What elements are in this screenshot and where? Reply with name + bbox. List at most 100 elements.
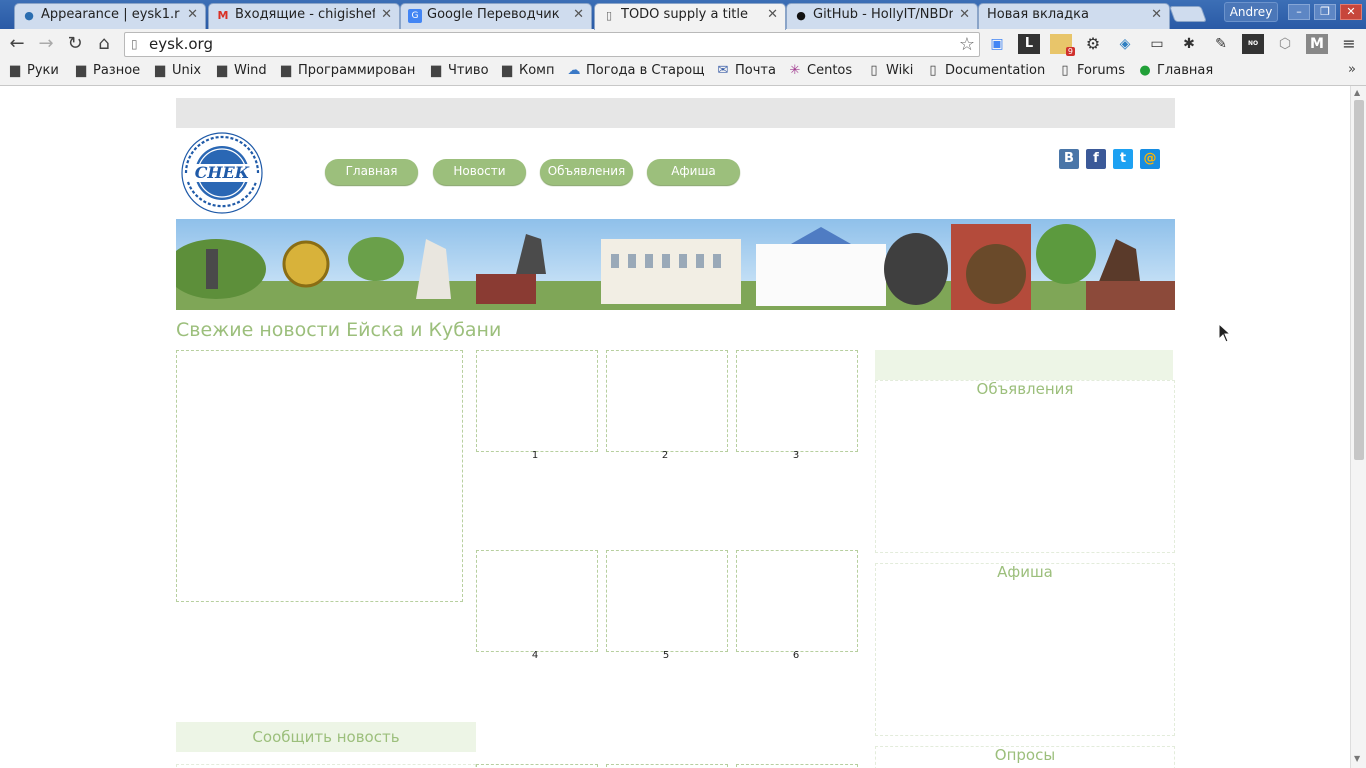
facebook-icon[interactable]: f — [1086, 149, 1106, 169]
folder-icon: ▆ — [431, 63, 441, 78]
twitter-icon[interactable]: t — [1113, 149, 1133, 169]
news-thumb[interactable] — [476, 350, 598, 452]
scroll-down-icon[interactable]: ▼ — [1354, 754, 1360, 763]
close-icon[interactable]: ✕ — [573, 4, 584, 26]
extension-badge: 9 — [1065, 47, 1075, 56]
news-thumb[interactable] — [606, 764, 728, 768]
bookmark-item[interactable]: ✉ Почта — [716, 63, 776, 78]
bookmark-item[interactable]: ▆ Разное — [74, 63, 140, 78]
page-icon: ▯ — [131, 37, 138, 51]
polls-title: Опросы — [994, 746, 1056, 764]
tab-title: TODO supply a title — [621, 7, 749, 22]
folder-icon: ▆ — [10, 63, 20, 78]
thumb-number: 6 — [792, 650, 800, 661]
gear-icon[interactable]: ⚙ — [1082, 34, 1104, 54]
news-thumb[interactable] — [736, 350, 858, 452]
close-icon[interactable]: ✕ — [187, 4, 198, 26]
folder-icon: ▆ — [217, 63, 227, 78]
tab-title: Google Переводчик — [427, 7, 560, 22]
tab-inbox[interactable]: M Входящие - chigishef ✕ — [208, 3, 400, 29]
news-thumb[interactable] — [476, 550, 598, 652]
thumb-number: 4 — [531, 650, 539, 661]
header-banner-image — [176, 219, 1175, 310]
bug-extension-icon[interactable]: ✱ — [1178, 34, 1200, 54]
menu-icon[interactable]: ≡ — [1338, 34, 1360, 54]
tab-active-page[interactable]: ▯ TODO supply a title ✕ — [594, 3, 786, 30]
bookmark-item[interactable]: ▆ Wind — [215, 63, 267, 78]
cube-extension-icon[interactable]: ⬡ — [1274, 34, 1296, 54]
network-extension-icon[interactable]: ◈ — [1114, 34, 1136, 54]
forward-icon[interactable]: → — [35, 33, 57, 55]
translate-icon: G — [408, 9, 422, 23]
profile-button[interactable]: Andrey — [1224, 2, 1278, 22]
bookmark-item[interactable]: ▯ Documentation — [926, 63, 1045, 78]
translate-extension-icon[interactable]: ▣ — [986, 34, 1008, 54]
events-title: Афиша — [997, 563, 1053, 581]
bookmark-item[interactable]: ● Главная — [1138, 63, 1213, 78]
close-icon[interactable]: ✕ — [959, 4, 970, 26]
mail-icon: ✉ — [717, 63, 729, 78]
tab-new[interactable]: Новая вкладка ✕ — [978, 3, 1170, 29]
bookmark-item[interactable]: ▆ Программирован — [279, 63, 419, 78]
news-thumb[interactable] — [606, 350, 728, 452]
bookmark-item[interactable]: ▆ Руки — [8, 63, 59, 78]
no-ads-extension-icon[interactable]: NO ADS — [1242, 34, 1264, 67]
chevron-right-icon[interactable]: » — [1348, 62, 1356, 77]
close-icon[interactable]: ✕ — [767, 4, 778, 26]
bookmark-star-icon[interactable]: ☆ — [959, 34, 975, 55]
sidebar-header — [875, 350, 1173, 380]
close-icon[interactable]: ✕ — [381, 4, 392, 26]
report-news-button[interactable]: Сообщить новость — [176, 722, 476, 752]
nav-home-button[interactable]: Главная — [325, 159, 418, 185]
page-icon: ▯ — [1061, 63, 1069, 78]
vk-icon[interactable]: В — [1059, 149, 1079, 169]
car-extension-icon[interactable]: ▭ — [1146, 34, 1168, 54]
notes-extension-icon[interactable]: 9 — [1050, 34, 1075, 56]
reload-icon[interactable]: ↻ — [64, 33, 86, 55]
close-icon[interactable]: ✕ — [1151, 4, 1162, 26]
lastpass-extension-icon[interactable]: L — [1018, 34, 1040, 54]
back-icon[interactable]: ← — [6, 33, 28, 55]
mailru-icon[interactable]: @ — [1140, 149, 1160, 169]
tab-translate[interactable]: G Google Переводчик ✕ — [400, 3, 592, 29]
home-icon[interactable]: ⌂ — [93, 33, 115, 55]
bookmark-item[interactable]: ▆ Чтиво — [429, 63, 489, 78]
restore-icon[interactable]: ❐ — [1314, 4, 1336, 20]
vertical-scrollbar[interactable]: ▲ ▼ — [1350, 86, 1366, 768]
page-viewport: СНЕК Главная Новости Объявления Афиша В … — [0, 86, 1350, 768]
url-text: eysk.org — [149, 35, 213, 53]
nav-events-button[interactable]: Афиша — [647, 159, 740, 185]
scrollbar-thumb[interactable] — [1354, 100, 1364, 460]
site-logo[interactable]: СНЕК — [178, 130, 266, 216]
nav-news-button[interactable]: Новости — [433, 159, 526, 185]
close-window-icon[interactable]: ✕ — [1340, 4, 1362, 20]
bookmarks-bar: ▆ Руки ▆ Разное ▆ Unix ▆ Wind ▆ Программирова… — [0, 60, 1366, 86]
drupal-icon: ● — [24, 9, 34, 22]
scroll-up-icon[interactable]: ▲ — [1354, 88, 1360, 97]
bookmark-item[interactable]: ☁ Погода в Старощ — [567, 63, 705, 78]
news-thumb[interactable] — [736, 550, 858, 652]
tab-github[interactable]: ● GitHub - HollyIT/NBDr ✕ — [786, 3, 978, 29]
address-bar[interactable]: ▯ eysk.org ☆ — [124, 32, 980, 57]
news-thumb[interactable] — [476, 764, 598, 768]
news-thumb[interactable] — [736, 764, 858, 768]
main-news-image[interactable] — [176, 350, 463, 602]
report-news-block — [176, 764, 476, 768]
bookmark-item[interactable]: ▯ Forums — [1058, 63, 1125, 78]
eyedropper-icon[interactable]: ✎ — [1210, 34, 1232, 54]
mouse-cursor-icon — [1218, 323, 1232, 343]
bookmark-item[interactable]: ▆ Unix — [153, 63, 201, 78]
folder-icon: ▆ — [502, 63, 512, 78]
bookmark-item[interactable]: ✳ Centos — [788, 63, 853, 78]
bookmark-item[interactable]: ▆ Комп — [500, 63, 555, 78]
nav-ads-button[interactable]: Объявления — [540, 159, 633, 185]
news-thumb[interactable] — [606, 550, 728, 652]
m-extension-icon[interactable]: M — [1306, 34, 1328, 54]
minimize-icon[interactable]: – — [1288, 4, 1310, 20]
tab-appearance[interactable]: ● Appearance | eysk1.r ✕ — [14, 3, 206, 29]
page-icon: ▯ — [605, 9, 613, 22]
github-icon: ● — [796, 9, 806, 22]
new-tab-button[interactable] — [1169, 6, 1207, 22]
thumb-number: 3 — [792, 450, 800, 461]
bookmark-item[interactable]: ▯ Wiki — [867, 63, 913, 78]
